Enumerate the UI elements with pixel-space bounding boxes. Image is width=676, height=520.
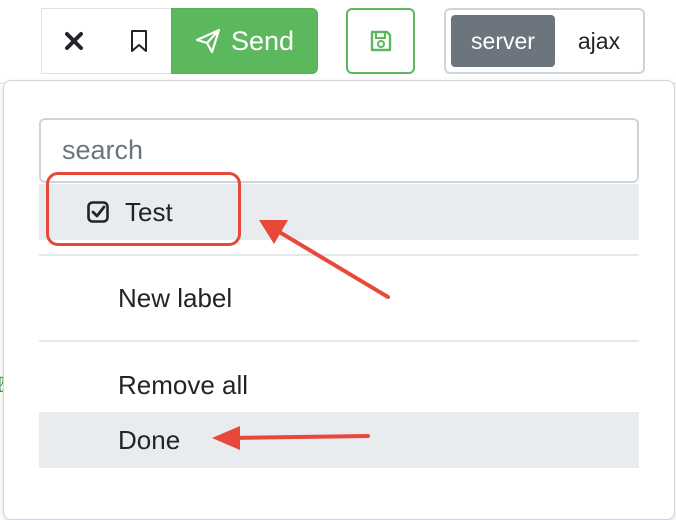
menu-item-remove-all[interactable]: Remove all [39, 357, 639, 413]
send-button[interactable]: Send [171, 8, 318, 74]
mode-toggle-group: server ajax [444, 8, 645, 74]
mode-ajax-button[interactable]: ajax [556, 15, 642, 67]
mode-server-button[interactable]: server [451, 15, 555, 67]
send-label: Send [230, 25, 295, 56]
menu-divider [39, 340, 639, 342]
paper-plane-icon [195, 28, 221, 54]
menu-item-done[interactable]: Done [39, 412, 639, 468]
annotation-highlight-box [46, 172, 241, 246]
save-button[interactable] [346, 8, 415, 74]
menu-item-label: Done [118, 424, 181, 455]
bookmark-button[interactable] [106, 8, 172, 74]
toolbar: Send server ajax [0, 0, 676, 84]
close-icon [65, 32, 83, 50]
close-button[interactable] [41, 8, 107, 74]
menu-item-label: Remove all [118, 369, 249, 400]
menu-item-label: New label [118, 282, 233, 313]
bookmark-icon [130, 30, 147, 52]
floppy-disk-icon [370, 30, 391, 52]
menu-divider [39, 254, 639, 256]
menu-item-new-label[interactable]: New label [39, 270, 639, 326]
